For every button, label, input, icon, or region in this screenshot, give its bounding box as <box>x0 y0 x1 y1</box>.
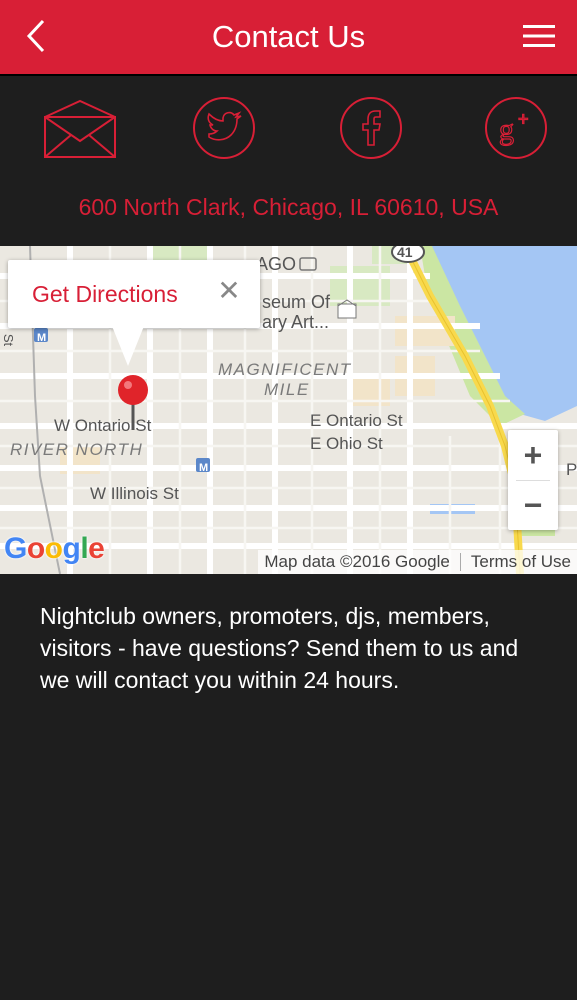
zoom-in-button[interactable]: + <box>508 430 558 480</box>
envelope-icon <box>44 99 116 158</box>
map-data-label: Map data ©2016 Google <box>264 552 450 571</box>
facebook-icon <box>340 97 402 159</box>
terms-of-use-link[interactable]: Terms of Use <box>465 550 577 574</box>
twitter-button[interactable] <box>186 90 262 166</box>
magnificent-mile-label: MAGNIFICENT <box>218 360 352 379</box>
e-ohio-st-label: E Ohio St <box>310 434 383 453</box>
menu-button[interactable] <box>521 18 557 54</box>
social-icons-row: g + <box>0 90 577 166</box>
email-button[interactable] <box>42 90 118 166</box>
map-edge-st-label: St <box>1 333 17 347</box>
zoom-out-button[interactable]: − <box>508 480 558 530</box>
museum-label-line1: seum Of <box>262 292 331 312</box>
zoom-control: + − <box>508 430 558 530</box>
river-north-label: RIVER NORTH <box>10 440 144 459</box>
twitter-icon <box>193 97 255 159</box>
svg-text:g: g <box>499 113 514 146</box>
address-text[interactable]: 600 North Clark, Chicago, IL 60610, USA <box>0 192 577 222</box>
google-plus-icon: g + <box>485 97 547 159</box>
route-41-label: 41 <box>397 246 413 260</box>
chicago-label: AGO <box>256 254 297 274</box>
attribution-divider <box>459 553 461 571</box>
w-illinois-st-label: W Illinois St <box>90 484 179 503</box>
page-title: Contact Us <box>211 19 366 54</box>
popup-tail <box>112 326 144 366</box>
svg-text:+: + <box>518 109 529 129</box>
google-plus-button[interactable]: g + <box>478 90 554 166</box>
header-bar: Contact Us <box>0 0 577 76</box>
mile-label: MILE <box>264 380 310 399</box>
contact-description: Nightclub owners, promoters, djs, member… <box>40 603 519 693</box>
metro-marker-1: M <box>37 332 47 344</box>
directions-popup: Get Directions ✕ <box>8 260 260 328</box>
e-ontario-st-label: E Ontario St <box>310 411 403 430</box>
metro-marker-2: M <box>199 462 209 474</box>
w-ontario-st-label: W Ontario St <box>54 416 152 435</box>
google-logo: Google <box>4 532 105 565</box>
get-directions-link[interactable]: Get Directions <box>32 280 178 308</box>
hamburger-menu-icon <box>523 25 555 47</box>
close-icon[interactable]: ✕ <box>214 276 244 306</box>
museum-label-line2: ary Art... <box>262 312 330 332</box>
map-edge-p-label: P <box>566 460 577 479</box>
map-view[interactable]: 41 AGO seum Of ary Art... MAGNIFICENT MI… <box>0 246 577 574</box>
map-attribution: Map data ©2016 Google Terms of Use <box>258 550 577 574</box>
facebook-button[interactable] <box>333 90 409 166</box>
